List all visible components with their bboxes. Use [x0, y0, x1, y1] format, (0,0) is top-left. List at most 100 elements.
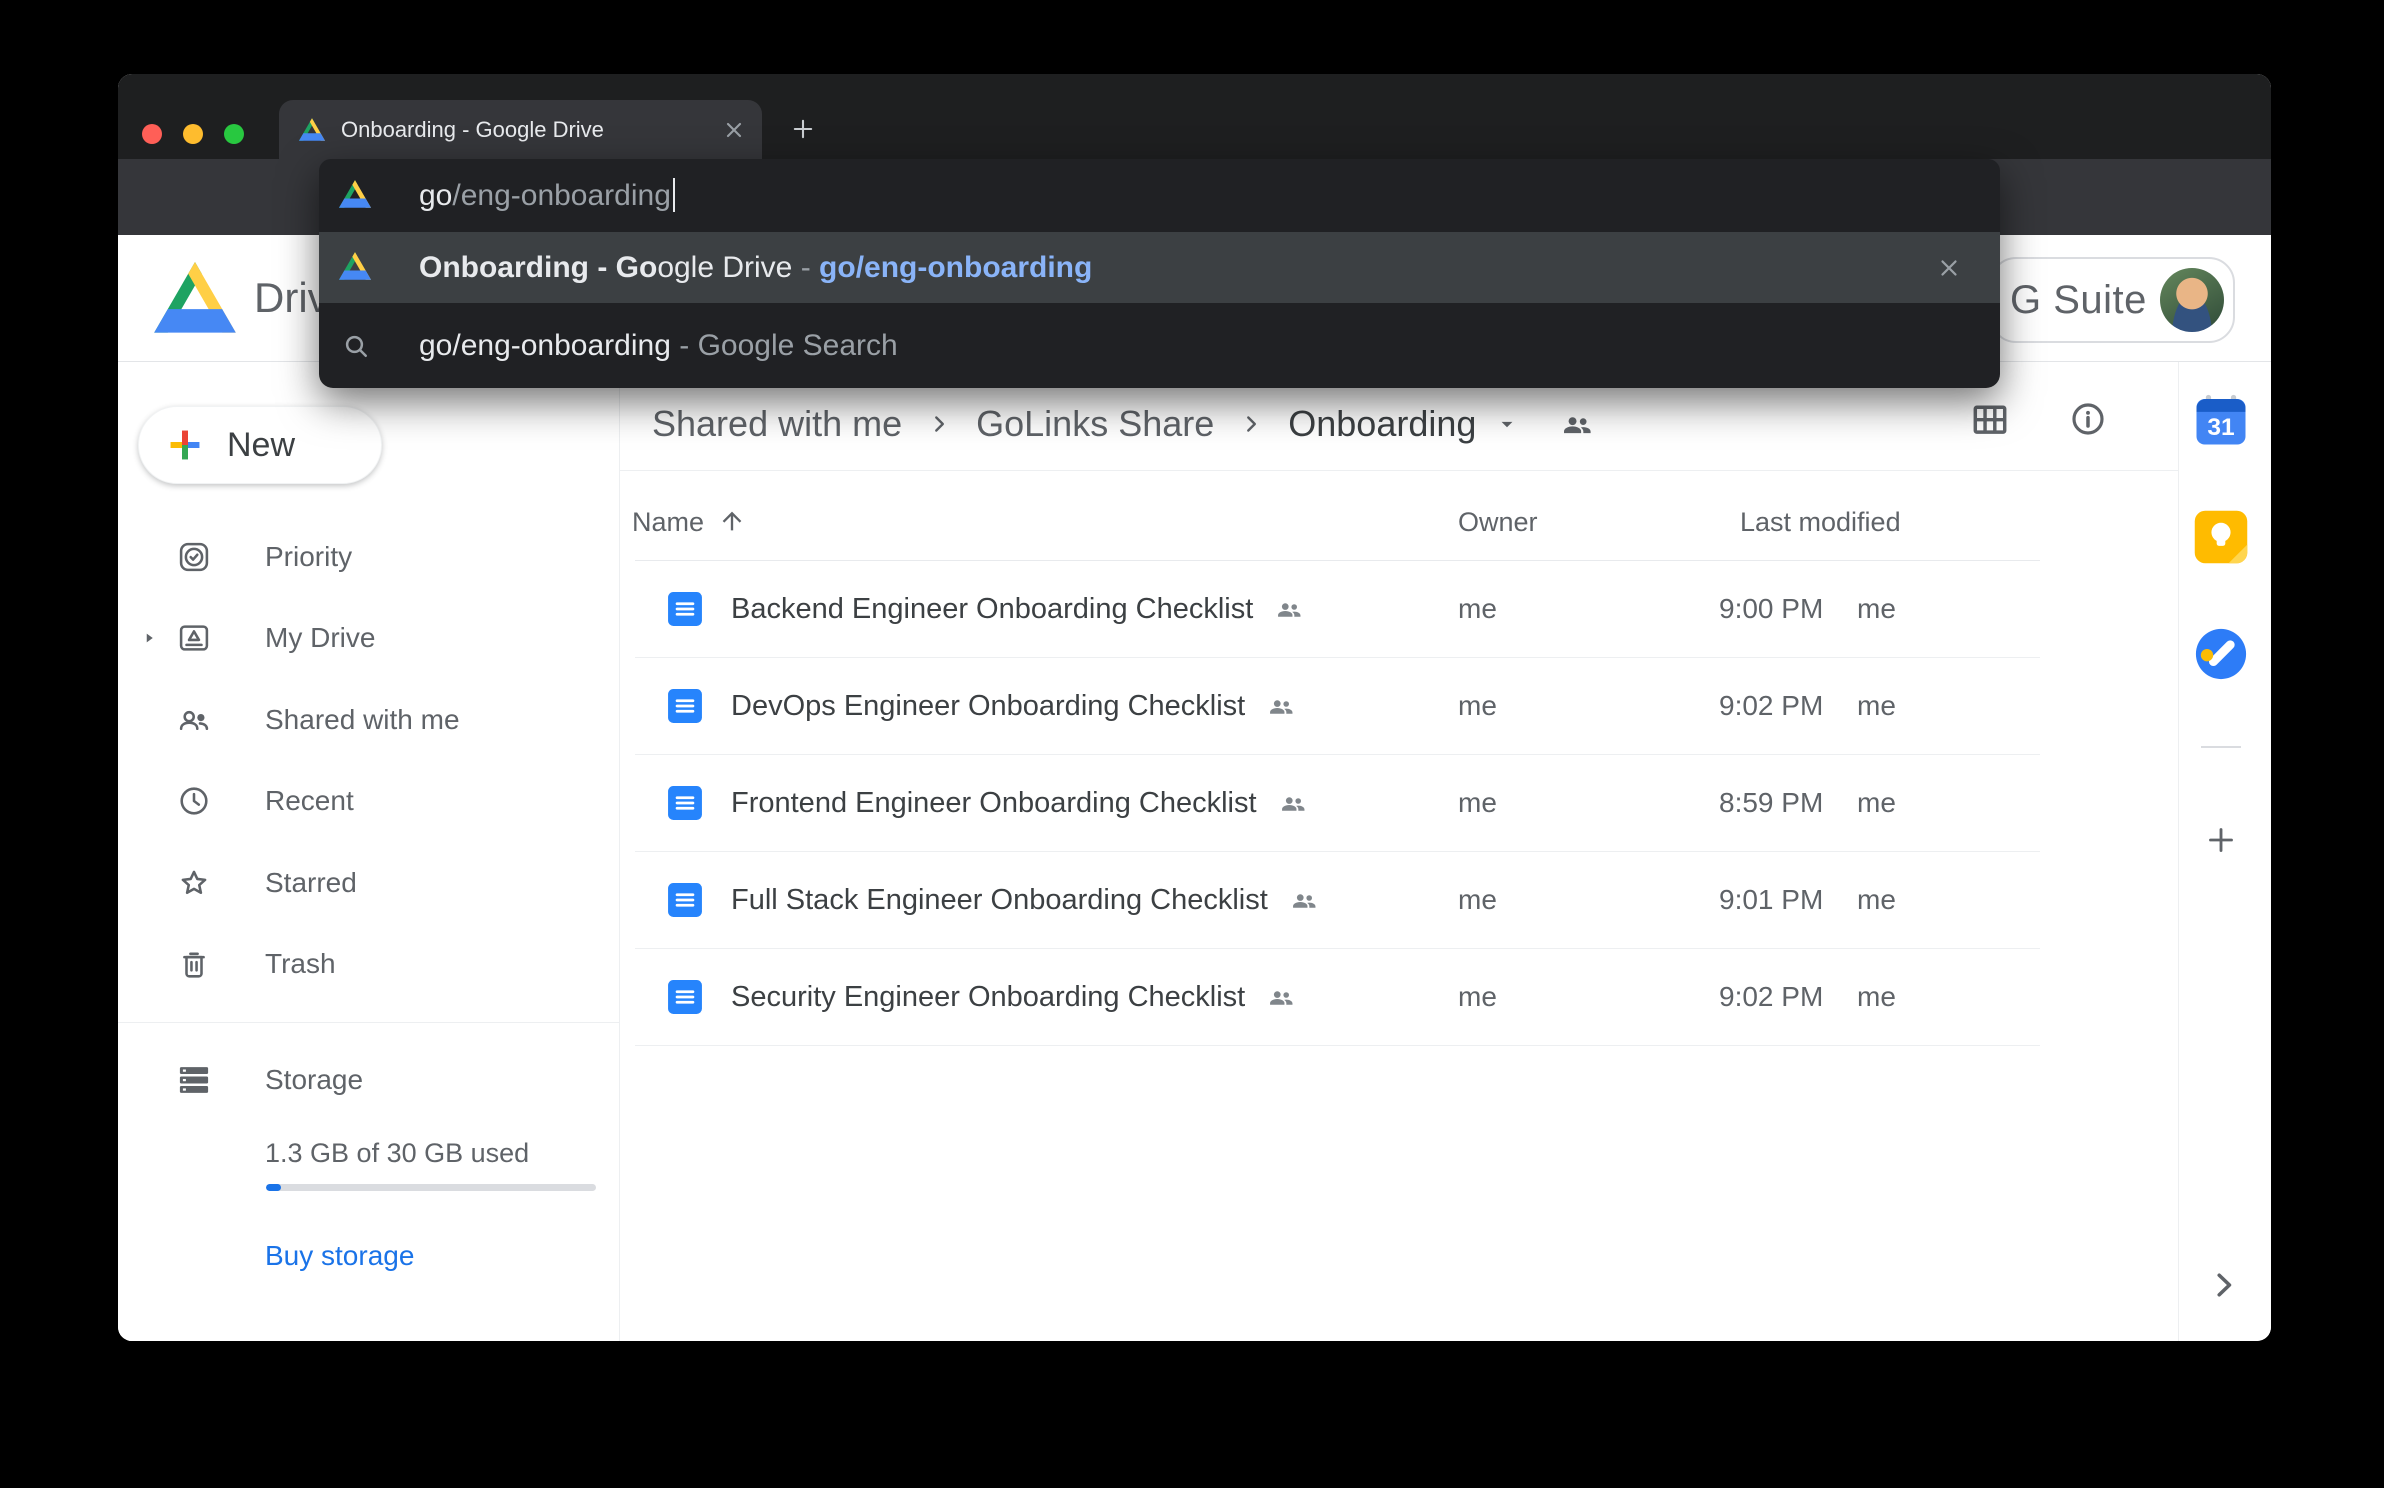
storage-progress-bar — [266, 1184, 596, 1191]
sidebar-item-starred[interactable]: Starred — [118, 847, 619, 919]
google-docs-icon — [667, 591, 703, 627]
window-close-button[interactable] — [142, 124, 162, 144]
sidebar-item-label: Starred — [265, 847, 357, 919]
sidebar-item-recent[interactable]: Recent — [118, 765, 619, 837]
file-owner: me — [1458, 593, 1497, 625]
sidebar-divider — [118, 1022, 620, 1023]
breadcrumb-chevron-icon — [1238, 411, 1264, 437]
file-row[interactable]: DevOps Engineer Onboarding Checklist me … — [635, 658, 2040, 755]
file-modified-time: 9:02 PM — [1719, 690, 1823, 722]
sidebar-item-storage[interactable]: Storage — [118, 1044, 619, 1116]
sidebar-item-label: My Drive — [265, 602, 375, 674]
google-keep-icon[interactable] — [2193, 509, 2249, 565]
buy-storage-link[interactable]: Buy storage — [265, 1240, 414, 1272]
file-name: DevOps Engineer Onboarding Checklist — [731, 690, 1245, 723]
breadcrumb-golinks-share[interactable]: GoLinks Share — [976, 403, 1214, 445]
file-modified-by: me — [1857, 884, 1896, 916]
file-modified-by: me — [1857, 787, 1896, 819]
sidebar-item-trash[interactable]: Trash — [118, 928, 619, 1000]
file-name: Security Engineer Onboarding Checklist — [731, 981, 1245, 1014]
tab-close-icon[interactable] — [722, 118, 746, 142]
file-row[interactable]: Backend Engineer Onboarding Checklist me… — [635, 561, 2040, 658]
sidebar-item-shared-with-me[interactable]: Shared with me — [118, 684, 619, 756]
trash-icon — [176, 946, 212, 982]
drive-sidebar: New Priority My Drive — [118, 362, 620, 1341]
shared-people-icon — [1265, 981, 1297, 1013]
omnibox-input[interactable]: go/eng-onboarding — [319, 159, 2000, 232]
info-button[interactable] — [2067, 398, 2109, 440]
drive-favicon-icon — [339, 180, 371, 208]
sidebar-item-my-drive[interactable]: My Drive — [118, 602, 619, 674]
new-button[interactable]: New — [138, 406, 382, 484]
suggestion-title-match: Onboarding - Go — [419, 251, 657, 284]
suggestion-url: go/eng-onboarding — [819, 251, 1092, 284]
drive-logo-icon[interactable] — [154, 262, 236, 333]
file-owner: me — [1458, 787, 1497, 819]
window-minimize-button[interactable] — [183, 124, 203, 144]
file-modified-time: 8:59 PM — [1719, 787, 1823, 819]
gsuite-badge: G Suite — [1990, 257, 2235, 343]
google-docs-icon — [667, 785, 703, 821]
add-app-button[interactable] — [2201, 820, 2241, 860]
google-docs-icon — [667, 688, 703, 724]
sidebar-item-label: Priority — [265, 521, 352, 593]
file-modified-by: me — [1857, 981, 1896, 1013]
account-avatar[interactable] — [2160, 268, 2224, 332]
file-modified-time: 9:02 PM — [1719, 981, 1823, 1013]
folder-menu-caret-icon[interactable] — [1494, 411, 1520, 437]
window-zoom-button[interactable] — [224, 124, 244, 144]
storage-icon — [176, 1062, 212, 1098]
gsuite-label: G Suite — [2010, 259, 2147, 341]
column-header-modified: Last modified — [1740, 507, 1901, 538]
file-row[interactable]: Security Engineer Onboarding Checklist m… — [635, 949, 2040, 1046]
browser-window: Onboarding - Google Drive — [118, 74, 2271, 1341]
my-drive-icon — [176, 620, 212, 656]
file-name: Full Stack Engineer Onboarding Checklist — [731, 884, 1268, 917]
tab-strip: Onboarding - Google Drive — [118, 74, 2271, 159]
recent-clock-icon — [176, 783, 212, 819]
file-name: Backend Engineer Onboarding Checklist — [731, 593, 1253, 626]
breadcrumb-shared-with-me[interactable]: Shared with me — [652, 403, 902, 445]
column-header-owner: Owner — [1458, 507, 1538, 538]
sidebar-item-label: Recent — [265, 765, 354, 837]
suggestion-drive-result[interactable]: Onboarding - Google Drive - go/eng-onboa… — [319, 232, 2000, 303]
apps-side-panel: 31 — [2178, 362, 2271, 1341]
sidebar-item-priority[interactable]: Priority — [118, 521, 619, 593]
storage-label: Storage — [265, 1044, 363, 1116]
remove-suggestion-icon[interactable] — [1936, 255, 1962, 281]
google-calendar-icon[interactable]: 31 — [2193, 392, 2249, 448]
file-modified-by: me — [1857, 690, 1896, 722]
multicolor-plus-icon — [165, 425, 205, 465]
column-header-name[interactable]: Name — [632, 507, 704, 538]
new-button-label: New — [227, 426, 295, 465]
desktop-background: Onboarding - Google Drive — [0, 0, 2384, 1488]
sort-ascending-icon[interactable] — [718, 507, 746, 535]
file-modified-time: 9:01 PM — [1719, 884, 1823, 916]
storage-usage-text: 1.3 GB of 30 GB used — [265, 1138, 529, 1169]
browser-tab[interactable]: Onboarding - Google Drive — [279, 100, 762, 159]
text-cursor — [673, 178, 675, 212]
omnibox-typed-text: go — [419, 179, 452, 212]
new-tab-button[interactable] — [787, 113, 819, 145]
file-row[interactable]: Full Stack Engineer Onboarding Checklist… — [635, 852, 2040, 949]
file-owner: me — [1458, 884, 1497, 916]
google-tasks-icon[interactable] — [2193, 626, 2249, 682]
sidebar-item-label: Shared with me — [265, 684, 460, 756]
file-modified-time: 9:00 PM — [1719, 593, 1823, 625]
collapse-panel-chevron[interactable] — [2203, 1265, 2243, 1305]
omnibox-completion-text: /eng-onboarding — [452, 179, 671, 212]
star-icon — [176, 865, 212, 901]
expand-arrow-icon[interactable] — [140, 629, 158, 647]
breadcrumb-onboarding[interactable]: Onboarding — [1288, 403, 1476, 445]
suggestion-google-search[interactable]: go/eng-onboarding - Google Search — [319, 303, 2000, 388]
grid-view-button[interactable] — [1970, 400, 2010, 440]
shared-with-me-icon — [176, 702, 212, 738]
storage-progress-fill — [266, 1184, 281, 1191]
sidebar-item-label: Trash — [265, 928, 336, 1000]
rail-divider — [2201, 746, 2241, 748]
suggestion-query: go/eng-onboarding — [419, 329, 671, 362]
omnibox-dropdown: go/eng-onboarding Onboarding - Google Dr… — [319, 159, 2000, 388]
file-row[interactable]: Frontend Engineer Onboarding Checklist m… — [635, 755, 2040, 852]
drive-app: Drive G Suite New — [118, 235, 2271, 1341]
shared-people-icon — [1265, 690, 1297, 722]
